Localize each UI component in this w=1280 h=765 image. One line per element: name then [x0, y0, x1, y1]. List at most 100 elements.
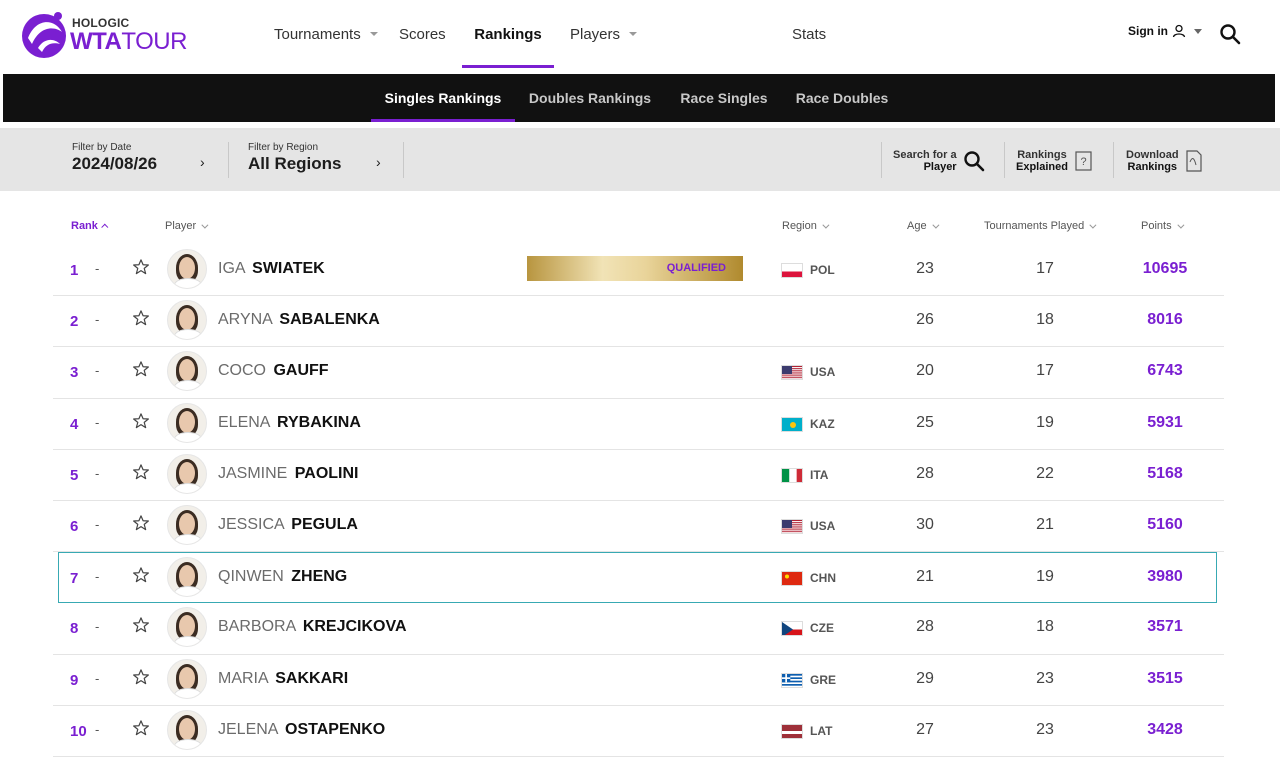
- tournaments-played: 18: [1036, 618, 1054, 636]
- tournaments-played: 17: [1036, 362, 1054, 380]
- player-avatar[interactable]: [167, 607, 207, 648]
- rank-movement: -: [95, 312, 100, 328]
- player-name[interactable]: IGA SWIATEK: [218, 260, 325, 278]
- player-avatar[interactable]: [167, 504, 207, 545]
- player-name[interactable]: ELENA RYBAKINA: [218, 414, 361, 432]
- player-avatar[interactable]: [167, 402, 207, 443]
- country-flag-icon: [781, 672, 803, 688]
- qualified-badge: QUALIFIED: [527, 256, 743, 281]
- nav-stats[interactable]: Stats: [792, 0, 826, 68]
- player-name[interactable]: JASMINE PAOLINI: [218, 465, 359, 483]
- player-name[interactable]: JELENA OSTAPENKO: [218, 721, 385, 739]
- nav-scores[interactable]: Scores: [399, 0, 446, 68]
- player-avatar[interactable]: [167, 453, 207, 494]
- favorite-star-icon[interactable]: [132, 412, 150, 430]
- tab-doubles-rankings[interactable]: Doubles Rankings: [523, 74, 657, 122]
- divider: [228, 142, 229, 178]
- svg-text:?: ?: [1080, 156, 1086, 168]
- player-first-name: ARYNA: [218, 311, 272, 329]
- table-row[interactable]: 3- COCO GAUFF USA 20 17 6743: [53, 347, 1224, 399]
- player-avatar[interactable]: [167, 658, 207, 699]
- search-icon: [963, 151, 984, 172]
- table-row[interactable]: 6- JESSICA PEGULA USA 30 21 5160: [53, 501, 1224, 553]
- favorite-star-icon[interactable]: [132, 309, 150, 327]
- table-row[interactable]: 1 - IGA SWIATEK QUALIFIED POL 23 17 10695: [53, 245, 1224, 297]
- player-avatar[interactable]: [167, 557, 207, 598]
- player-name[interactable]: BARBORA KREJCIKOVA: [218, 618, 407, 636]
- nav-rankings[interactable]: Rankings: [462, 0, 554, 68]
- chevron-down-icon: [822, 221, 830, 229]
- player-avatar[interactable]: [167, 249, 207, 289]
- nav-tournaments[interactable]: Tournaments: [274, 0, 378, 68]
- rankings-subnav: Singles Rankings Doubles Rankings Race S…: [3, 74, 1275, 122]
- rank-number: 9: [70, 671, 79, 689]
- tab-race-singles[interactable]: Race Singles: [673, 74, 775, 122]
- table-row[interactable]: 9- MARIA SAKKARI GRE 29 23 3515: [53, 655, 1224, 706]
- date-filter[interactable]: Filter by Date 2024/08/26 ›: [72, 142, 212, 180]
- sort-player-header[interactable]: Player: [165, 220, 209, 232]
- rankings-explained-button[interactable]: Rankings Explained ?: [1016, 146, 1094, 176]
- pdf-icon: [1185, 150, 1202, 172]
- table-row[interactable]: 5- JASMINE PAOLINI ITA 28 22 5168: [53, 450, 1224, 501]
- favorite-star-icon[interactable]: [132, 616, 150, 634]
- table-row[interactable]: 8- BARBORA KREJCIKOVA CZE 28 18 3571: [53, 603, 1224, 655]
- ranking-points: 5931: [1147, 413, 1183, 431]
- favorite-star-icon[interactable]: [132, 258, 150, 276]
- table-row[interactable]: 10- JELENA OSTAPENKO LAT 27 23 3428: [53, 706, 1224, 757]
- region-filter[interactable]: Filter by Region All Regions ›: [248, 142, 388, 180]
- sort-age-header[interactable]: Age: [907, 220, 940, 232]
- player-name[interactable]: MARIA SAKKARI: [218, 670, 348, 688]
- chevron-up-icon: [101, 223, 109, 231]
- nav-players[interactable]: Players: [570, 0, 638, 68]
- search-icon[interactable]: [1218, 22, 1242, 46]
- rank-number: 6: [70, 517, 79, 535]
- rank-number: 10: [70, 722, 87, 740]
- rank-movement: -: [95, 414, 100, 430]
- favorite-star-icon[interactable]: [132, 463, 150, 481]
- player-name[interactable]: JESSICA PEGULA: [218, 516, 358, 534]
- table-row[interactable]: 2- ARYNA SABALENKA 26 18 8016: [53, 296, 1224, 348]
- wta-logo[interactable]: HOLOGIC WTATOUR: [18, 6, 193, 62]
- favorite-star-icon[interactable]: [132, 668, 150, 686]
- sort-points-header[interactable]: Points: [1141, 220, 1185, 232]
- sign-in-button[interactable]: Sign in: [1128, 24, 1202, 38]
- sort-region-header[interactable]: Region: [782, 220, 830, 232]
- wta-swirl-icon: [22, 12, 66, 58]
- sort-rank-header[interactable]: Rank: [71, 220, 109, 232]
- player-name[interactable]: QINWEN ZHENG: [218, 568, 347, 586]
- player-last-name: GAUFF: [273, 362, 329, 380]
- ranking-points: 6743: [1147, 362, 1183, 380]
- table-row[interactable]: 7- QINWEN ZHENG CHN 21 19 3980: [58, 552, 1217, 604]
- chevron-right-icon: ›: [376, 154, 381, 170]
- favorite-star-icon[interactable]: [132, 566, 150, 584]
- divider: [403, 142, 404, 178]
- tab-singles-rankings[interactable]: Singles Rankings: [371, 74, 515, 122]
- search-player-button[interactable]: Search for a Player: [893, 146, 986, 176]
- rank-movement: -: [95, 465, 100, 481]
- divider: [1004, 142, 1005, 178]
- country-flag-icon: [781, 723, 803, 739]
- player-name[interactable]: ARYNA SABALENKA: [218, 311, 380, 329]
- region-filter-value: All Regions: [248, 154, 342, 173]
- rank-movement: -: [95, 619, 100, 635]
- player-age: 29: [916, 669, 934, 687]
- player-name[interactable]: COCO GAUFF: [218, 362, 329, 380]
- player-last-name: RYBAKINA: [277, 413, 361, 431]
- country-flag-icon: [781, 365, 803, 381]
- favorite-star-icon[interactable]: [132, 514, 150, 532]
- chevron-down-icon: [1176, 221, 1185, 229]
- player-avatar[interactable]: [167, 351, 207, 392]
- rank-number: 4: [70, 415, 79, 433]
- player-avatar[interactable]: [167, 300, 207, 341]
- player-avatar[interactable]: [167, 709, 207, 750]
- favorite-star-icon[interactable]: [132, 719, 150, 737]
- favorite-star-icon[interactable]: [132, 360, 150, 378]
- table-row[interactable]: 4- ELENA RYBAKINA KAZ 25 19 5931: [53, 399, 1224, 450]
- player-last-name: OSTAPENKO: [285, 720, 386, 738]
- tab-race-doubles[interactable]: Race Doubles: [789, 74, 895, 122]
- player-last-name: PAOLINI: [294, 464, 359, 482]
- sort-played-header[interactable]: Tournaments Played: [984, 220, 1097, 232]
- player-age: 26: [916, 311, 934, 329]
- download-rankings-button[interactable]: Download Rankings: [1126, 146, 1204, 176]
- player-age: 20: [916, 362, 934, 380]
